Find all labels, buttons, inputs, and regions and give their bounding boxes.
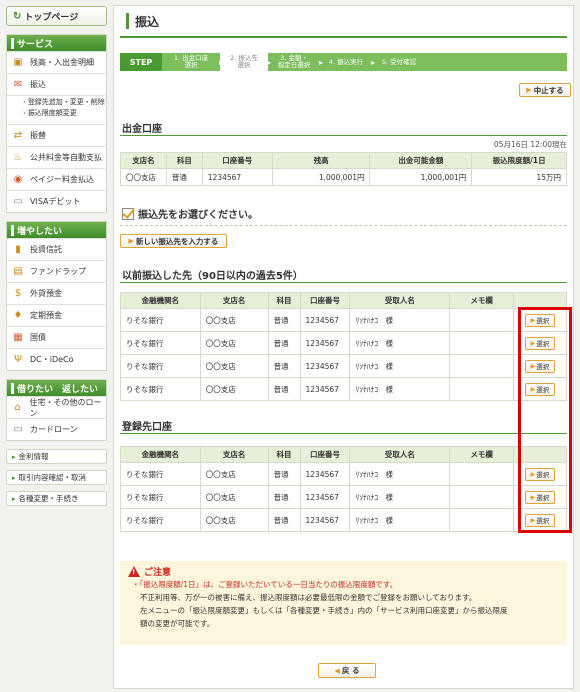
wallet-icon: ▣	[13, 57, 23, 68]
as-of-date: 05月16日 12:00現在	[493, 140, 567, 149]
table-row: 〇〇支店 普通 1234567 1,000,001円 1,000,001円 15…	[120, 168, 567, 186]
notice-box: ! ご注意 ・「振込限度額/1日」は、ご登録いただいている一日当たりの振込限度額…	[120, 561, 567, 645]
arrow-right-icon: ▶	[526, 86, 532, 94]
main-panel: 振込 STEP 1. 出金口座選択 2. 振込先選択 3. 金額・指定日選択 4…	[113, 5, 574, 689]
select-column-highlight	[518, 307, 572, 533]
warning-icon: !	[128, 566, 140, 577]
service-section: サービス ▣残高・入出金明細 ✉振込 登録先追加・変更・削除 振込限度額変更 ⇄…	[6, 34, 107, 213]
arrow-left-icon: ◀	[334, 666, 340, 675]
transaction-confirm-button[interactable]: 取引内容確認・取消	[6, 470, 107, 485]
table-row: りそな銀行 〇〇支店 普通 1234567 ﾘｿﾅﾊﾅｺ 様 ▶ 選択	[120, 485, 568, 509]
transfer-icon: ✉	[13, 79, 23, 90]
table-row: りそな銀行 〇〇支店 普通 1234567 ﾘｿﾅﾊﾅｺ 様 ▶ 選択	[120, 462, 568, 486]
step-3: 3. 金額・ 指定日選択	[268, 53, 323, 71]
sidebar-item-fund[interactable]: ▮ 投資信託	[7, 238, 106, 260]
card-icon: ▭	[13, 424, 23, 435]
refresh-icon: ↻	[13, 10, 22, 22]
page-title: 振込	[120, 6, 567, 38]
sidebar-item-furikae[interactable]: ⇄ 振替	[7, 124, 106, 146]
table-row: りそな銀行 〇〇支店 普通 1234567 ﾘｿﾅﾊﾅｺ 様 ▶ 選択	[120, 331, 568, 355]
sidebar-item-fundwrap[interactable]: ▤ ファンドラップ	[7, 260, 106, 282]
house-icon: ⌂	[14, 402, 21, 413]
notice-line: 額の変更が可能です。	[140, 619, 215, 628]
notice-line: ・「振込限度額/1日」は、ご登録いただいている一日当たりの振込限度額です。	[132, 580, 398, 589]
card-icon: ▭	[13, 196, 23, 207]
sidebar-item-transfer[interactable]: ✉ 振込	[7, 73, 106, 95]
borrow-section-header: 借りたい 返したい	[7, 380, 106, 396]
table-row: りそな銀行 〇〇支店 普通 1234567 ﾘｿﾅﾊﾅｺ 様 ▶ 選択	[120, 354, 568, 378]
sidebar-item-payeasy[interactable]: ◉ ペイジー料金払込	[7, 168, 106, 190]
sidebar-item-ideco[interactable]: Ψ DC・iDeCo	[7, 348, 106, 370]
grow-section-header: 増やしたい	[7, 222, 106, 238]
payeasy-icon: ◉	[13, 174, 23, 185]
withdraw-account-title: 出金口座	[120, 119, 567, 136]
notice-line: 左メニューの「振込限度額変更」もしくは「各種変更・手続き」内の「サービス利用口座…	[140, 606, 508, 615]
service-section-header: サービス	[7, 35, 106, 51]
interest-info-button[interactable]: 金利情報	[6, 449, 107, 464]
sidebar-item-balance[interactable]: ▣ 残高・入出金明細	[7, 51, 106, 73]
sidebar-item-foreign[interactable]: $ 外貨預金	[7, 282, 106, 304]
moneybag-icon: ♦	[13, 310, 23, 321]
withdraw-account-table: 支店名 科目 口座番号 残高 出金可能金額 振込限度額/1日 〇〇支店 普通 1…	[120, 152, 567, 186]
exchange-icon: ⇄	[13, 130, 23, 141]
registered-payees-title: 登録先口座	[120, 417, 567, 434]
step-5: 5. 受付確認	[381, 57, 417, 66]
step-label: STEP	[120, 53, 162, 71]
sidebar-subitem-limit-change[interactable]: 振込限度額変更	[23, 108, 106, 119]
recent-payees-table: 金融機関名 支店名 科目 口座番号 受取人名 メモ欄 りそな銀行 〇〇支店 普通 12…	[120, 292, 568, 401]
sidebar-item-jgb[interactable]: ▦ 国債	[7, 326, 106, 348]
new-payee-button[interactable]: ▶ 新しい振込先を入力する	[120, 234, 227, 248]
step-4: 4. 振込実行	[320, 53, 375, 71]
dollar-icon: $	[14, 288, 22, 299]
arrow-right-icon: ▶	[128, 237, 134, 245]
plant-icon: Ψ	[14, 354, 22, 365]
sidebar-item-visa[interactable]: ▭ VISAデビット	[7, 190, 106, 212]
sidebar-item-housing-loan[interactable]: ⌂ 住宅・その他のローン	[7, 396, 106, 418]
sidebar-item-card-loan[interactable]: ▭ カードローン	[7, 418, 106, 440]
table-row: りそな銀行 〇〇支店 普通 1234567 ﾘｿﾅﾊﾅｺ 様 ▶ 選択	[120, 308, 568, 332]
notice-line: 不正利用等、万が一の被害に備え、振込限度額は必要最低限の金額でご登録をお願いして…	[140, 593, 477, 602]
step-2-current: 2. 振込先 選択	[220, 53, 271, 71]
top-page-label: トップページ	[24, 12, 79, 23]
settings-change-button[interactable]: 各種変更・手続き	[6, 491, 107, 506]
cancel-button[interactable]: ▶ 中止する	[519, 83, 571, 97]
registered-payees-table: 金融機関名 支店名 科目 口座番号 受取人名 メモ欄 りそな銀行 〇〇支店 普通 12…	[120, 446, 568, 532]
faucet-icon: ♨	[13, 152, 23, 163]
borrow-section: 借りたい 返したい ⌂ 住宅・その他のローン ▭ カードローン	[6, 379, 107, 441]
check-icon	[122, 207, 134, 220]
back-button[interactable]: ◀ 戻 る	[318, 663, 376, 678]
grow-section: 増やしたい ▮ 投資信託 ▤ ファンドラップ $ 外貨預金 ♦ 定期預金 ▦ 国債 Ψ DC…	[6, 221, 107, 371]
notice-title: ! ご注意	[128, 565, 559, 578]
bar-chart-icon: ▮	[15, 244, 21, 255]
sidebar-subitem-payee-edit[interactable]: 登録先追加・変更・削除	[23, 97, 106, 108]
sidebar: ↻ トップページ サービス ▣残高・入出金明細 ✉振込 登録先追加・変更・削除 …	[6, 6, 107, 506]
wrap-icon: ▤	[13, 266, 23, 277]
transfer-submenu: 登録先追加・変更・削除 振込限度額変更	[7, 95, 106, 124]
bond-icon: ▦	[13, 332, 23, 343]
divider	[120, 225, 567, 226]
sidebar-item-utility[interactable]: ♨ 公共料金等自動支払	[7, 146, 106, 168]
select-payee-heading: 振込先をお選びください。	[122, 206, 258, 221]
table-row: りそな銀行 〇〇支店 普通 1234567 ﾘｿﾅﾊﾅｺ 様 ▶ 選択	[120, 508, 568, 532]
table-row: りそな銀行 〇〇支店 普通 1234567 ﾘｿﾅﾊﾅｺ 様 ▶ 選択	[120, 377, 568, 401]
top-page-button[interactable]: ↻ トップページ	[6, 6, 107, 26]
recent-payees-title: 以前振込した先（90日以内の過去5件）	[120, 266, 567, 283]
step-1: 1. 出金口座 選択	[162, 53, 223, 71]
sidebar-item-time-deposit[interactable]: ♦ 定期預金	[7, 304, 106, 326]
step-indicator: STEP 1. 出金口座選択 2. 振込先選択 3. 金額・指定日選択 4. 振…	[120, 53, 567, 71]
